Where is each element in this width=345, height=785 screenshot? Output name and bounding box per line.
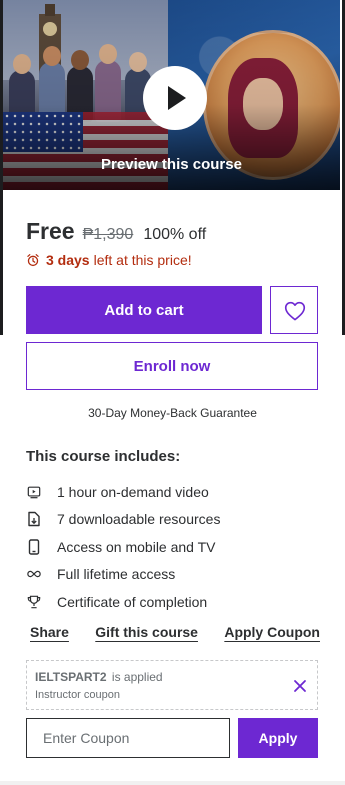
- play-icon: [168, 86, 186, 110]
- enroll-now-button[interactable]: Enroll now: [26, 342, 318, 390]
- coupon-code-line: IELTSPART2 is applied: [35, 670, 163, 684]
- includes-item-label: 1 hour on-demand video: [57, 483, 209, 500]
- money-back-guarantee: 30-Day Money-Back Guarantee: [88, 406, 257, 420]
- includes-item-label: 7 downloadable resources: [57, 511, 221, 528]
- video-icon: [26, 484, 42, 500]
- includes-list: 1 hour on-demand video 7 downloadable re…: [26, 478, 326, 616]
- course-purchase-card: Preview this course Free ₱1,390 100% off…: [0, 0, 345, 785]
- includes-item: Full lifetime access: [26, 561, 326, 589]
- heart-icon: [284, 301, 306, 321]
- urgency-days: 3 days: [46, 252, 90, 268]
- remove-coupon-icon[interactable]: [293, 679, 307, 693]
- preview-label[interactable]: Preview this course: [3, 156, 340, 173]
- includes-title: This course includes:: [26, 448, 181, 465]
- includes-item-label: Access on mobile and TV: [57, 538, 216, 555]
- includes-item: 1 hour on-demand video: [26, 478, 326, 506]
- apply-coupon-link[interactable]: Apply Coupon: [224, 624, 320, 640]
- price-row: Free ₱1,390 100% off: [26, 218, 206, 245]
- course-preview[interactable]: Preview this course: [3, 0, 340, 190]
- applied-coupon-box: IELTSPART2 is applied Instructor coupon: [26, 660, 318, 710]
- alarm-clock-icon: [27, 254, 39, 267]
- original-price: ₱1,390: [82, 226, 134, 243]
- play-button[interactable]: [143, 66, 207, 130]
- coupon-type: Instructor coupon: [35, 689, 120, 701]
- includes-item: Access on mobile and TV: [26, 533, 326, 561]
- urgency-text: left at this price!: [93, 252, 192, 268]
- infinity-icon: [26, 566, 42, 582]
- apply-coupon-button[interactable]: Apply: [238, 718, 318, 758]
- share-link[interactable]: Share: [30, 624, 69, 640]
- coupon-input[interactable]: [26, 718, 230, 758]
- coupon-applied-text: is applied: [111, 670, 163, 684]
- file-download-icon: [26, 511, 42, 527]
- includes-item: 7 downloadable resources: [26, 506, 326, 534]
- add-to-cart-button[interactable]: Add to cart: [26, 286, 262, 334]
- current-price: Free: [26, 218, 75, 244]
- action-links: Share Gift this course Apply Coupon: [30, 624, 320, 640]
- wishlist-button[interactable]: [270, 286, 318, 334]
- mobile-icon: [26, 539, 42, 555]
- gift-course-link[interactable]: Gift this course: [95, 624, 198, 640]
- bottom-divider: [0, 781, 345, 785]
- urgency-timer: 3 days left at this price!: [26, 252, 192, 268]
- discount-percent: 100% off: [143, 226, 207, 243]
- includes-item: Certificate of completion: [26, 588, 326, 616]
- includes-item-label: Full lifetime access: [57, 566, 176, 583]
- coupon-code: IELTSPART2: [35, 670, 107, 684]
- trophy-icon: [26, 594, 42, 610]
- includes-item-label: Certificate of completion: [57, 593, 208, 610]
